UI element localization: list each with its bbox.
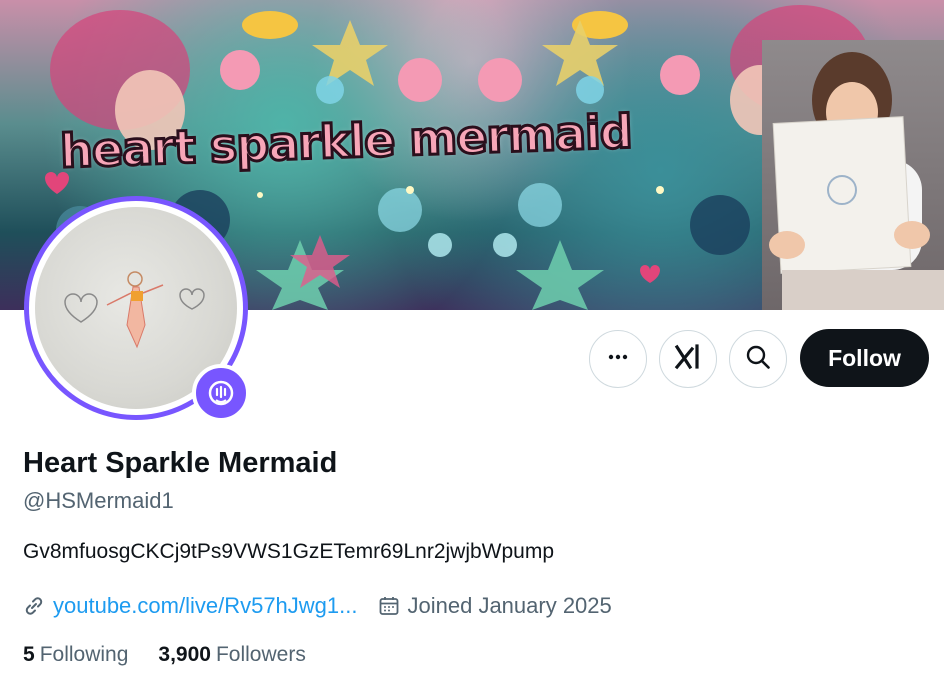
banner-photo xyxy=(762,40,944,310)
more-options-button[interactable] xyxy=(589,330,647,388)
profile-meta: youtube.com/live/Rv57hJwg1... Joined Jan… xyxy=(23,590,612,622)
search-profile-button[interactable] xyxy=(729,330,787,388)
followers-count: 3,900 xyxy=(158,643,211,666)
profile-website-text: youtube.com/live/Rv57hJwg1... xyxy=(53,593,358,618)
followers-label: Followers xyxy=(215,643,306,666)
spaces-badge-icon[interactable] xyxy=(192,364,250,422)
link-icon xyxy=(23,595,45,617)
display-name: Heart Sparkle Mermaid xyxy=(23,447,338,479)
profile-website-link[interactable]: youtube.com/live/Rv57hJwg1... xyxy=(23,593,358,619)
follow-button[interactable]: Follow xyxy=(800,329,929,387)
search-icon xyxy=(745,344,771,375)
followers-link[interactable]: 3,900 Followers xyxy=(158,643,305,667)
joined-date: Joined January 2025 xyxy=(378,593,612,619)
joined-text: Joined January 2025 xyxy=(407,593,612,618)
username-handle: @HSMermaid1 xyxy=(23,488,174,513)
calendar-icon xyxy=(378,595,400,617)
follow-stats: 5 Following 3,900 Followers xyxy=(23,643,336,667)
following-link[interactable]: 5 Following xyxy=(23,643,128,667)
following-label: Following xyxy=(39,643,129,666)
profile-bio: Gv8mfuosgCKCj9tPs9VWS1GzETemr69Lnr2jwjbW… xyxy=(23,540,555,563)
grok-button[interactable] xyxy=(659,330,717,388)
following-count: 5 xyxy=(23,643,35,666)
grok-icon xyxy=(674,343,702,376)
more-horizontal-icon xyxy=(606,345,630,374)
